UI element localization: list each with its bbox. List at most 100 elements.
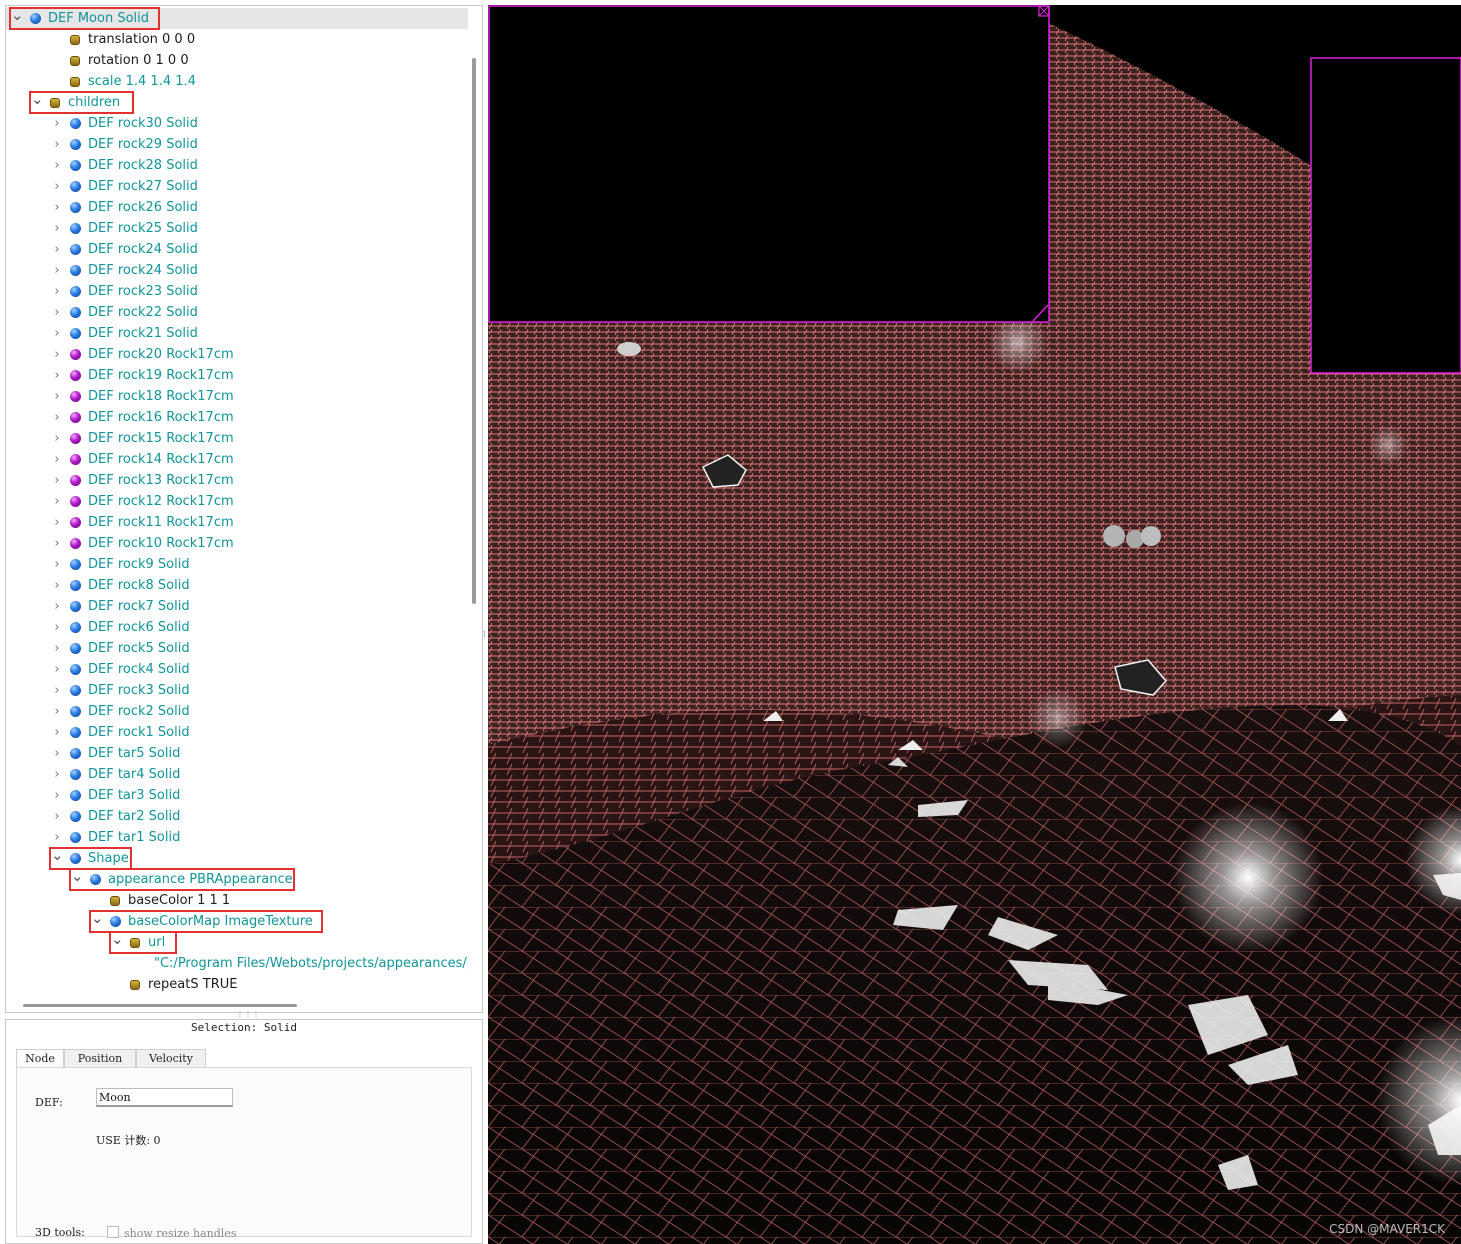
tree-item[interactable]: › DEF rock4 Solid — [6, 659, 468, 680]
scene-tree-vertical-scrollbar[interactable] — [468, 6, 482, 998]
chevron-right-icon[interactable]: › — [51, 449, 63, 470]
def-name-input[interactable] — [96, 1088, 233, 1107]
tree-item[interactable]: › DEF rock28 Solid — [6, 155, 468, 176]
chevron-right-icon[interactable]: › — [51, 596, 63, 617]
tree-item[interactable]: › DEF rock9 Solid — [6, 554, 468, 575]
show-resize-handles-checkbox[interactable] — [107, 1226, 119, 1238]
chevron-right-icon[interactable]: › — [51, 617, 63, 638]
chevron-right-icon[interactable]: › — [51, 827, 63, 848]
chevron-right-icon[interactable]: › — [51, 239, 63, 260]
chevron-right-icon[interactable]: › — [51, 260, 63, 281]
tree-item[interactable]: › DEF rock3 Solid — [6, 680, 468, 701]
tab-node[interactable]: Node — [16, 1049, 64, 1068]
tree-item[interactable]: ⌄ url — [6, 932, 468, 953]
chevron-right-icon[interactable]: › — [51, 155, 63, 176]
chevron-right-icon[interactable]: › — [51, 491, 63, 512]
field-icon — [130, 980, 140, 990]
tree-item-label: DEF rock22 Solid — [88, 305, 198, 320]
tree-item[interactable]: › DEF rock15 Rock17cm — [6, 428, 468, 449]
tree-item[interactable]: › DEF rock14 Rock17cm — [6, 449, 468, 470]
tree-item[interactable]: › DEF rock24 Solid — [6, 260, 468, 281]
tree-item[interactable]: › DEF tar5 Solid — [6, 743, 468, 764]
chevron-right-icon[interactable]: › — [51, 806, 63, 827]
chevron-right-icon[interactable]: › — [51, 785, 63, 806]
tree-item[interactable]: › DEF rock23 Solid — [6, 281, 468, 302]
tab-position[interactable]: Position — [64, 1049, 136, 1068]
tree-item[interactable]: "C:/Program Files/Webots/projects/appear… — [6, 953, 468, 974]
chevron-right-icon[interactable]: › — [51, 743, 63, 764]
tree-item[interactable]: › DEF rock27 Solid — [6, 176, 468, 197]
tree-item[interactable]: › DEF rock11 Rock17cm — [6, 512, 468, 533]
tree-item[interactable]: › DEF rock30 Solid — [6, 113, 468, 134]
chevron-right-icon[interactable]: › — [51, 680, 63, 701]
chevron-right-icon[interactable]: › — [51, 722, 63, 743]
tree-item[interactable]: › DEF rock19 Rock17cm — [6, 365, 468, 386]
chevron-right-icon[interactable]: › — [51, 281, 63, 302]
node-icon — [70, 328, 81, 339]
tab-velocity[interactable]: Velocity — [136, 1049, 206, 1068]
tree-item[interactable]: repeatS TRUE — [6, 974, 468, 995]
tree-item[interactable]: › DEF rock10 Rock17cm — [6, 533, 468, 554]
chevron-right-icon[interactable]: › — [51, 764, 63, 785]
chevron-right-icon[interactable]: › — [51, 638, 63, 659]
tree-item[interactable]: › DEF rock18 Rock17cm — [6, 386, 468, 407]
chevron-right-icon[interactable]: › — [51, 113, 63, 134]
chevron-right-icon[interactable]: › — [51, 218, 63, 239]
tree-item[interactable]: › DEF rock26 Solid — [6, 197, 468, 218]
3d-view[interactable]: CSDN @MAVER1CK — [488, 5, 1461, 1244]
tree-item[interactable]: › DEF rock7 Solid — [6, 596, 468, 617]
tree-item[interactable]: › DEF rock13 Rock17cm — [6, 470, 468, 491]
tree-item[interactable]: › DEF rock16 Rock17cm — [6, 407, 468, 428]
chevron-right-icon[interactable]: › — [51, 344, 63, 365]
tree-item[interactable]: › DEF tar2 Solid — [6, 806, 468, 827]
scene-tree-list[interactable]: ⌄ DEF Moon Solid translation 0 0 0 rotation… — [6, 6, 468, 998]
annotation-highlight-box — [29, 91, 135, 114]
tree-item[interactable]: › DEF rock8 Solid — [6, 575, 468, 596]
chevron-right-icon[interactable]: › — [51, 512, 63, 533]
chevron-right-icon[interactable]: › — [51, 365, 63, 386]
tree-item-label: translation 0 0 0 — [88, 32, 196, 47]
tree-item[interactable]: scale 1.4 1.4 1.4 — [6, 71, 468, 92]
tree-item[interactable]: › DEF rock5 Solid — [6, 638, 468, 659]
chevron-right-icon[interactable]: › — [51, 197, 63, 218]
node-icon — [70, 181, 81, 192]
tree-item[interactable]: › DEF rock29 Solid — [6, 134, 468, 155]
tree-item[interactable]: › DEF rock6 Solid — [6, 617, 468, 638]
chevron-right-icon[interactable]: › — [51, 701, 63, 722]
proto-node-icon — [70, 391, 81, 402]
tree-item[interactable]: › DEF rock2 Solid — [6, 701, 468, 722]
scene-tree-panel[interactable]: ⌄ DEF Moon Solid translation 0 0 0 rotation… — [5, 5, 483, 1013]
chevron-right-icon[interactable]: › — [51, 554, 63, 575]
tree-item[interactable]: › DEF rock22 Solid — [6, 302, 468, 323]
chevron-right-icon[interactable]: › — [51, 659, 63, 680]
terrain-far-mesh — [488, 320, 1461, 760]
proto-node-icon — [70, 433, 81, 444]
vertical-scrollbar-thumb[interactable] — [472, 58, 476, 604]
chevron-right-icon[interactable]: › — [51, 323, 63, 344]
chevron-right-icon[interactable]: › — [51, 407, 63, 428]
horizontal-scrollbar-thumb[interactable] — [23, 1004, 297, 1007]
panel-splitter-horizontal[interactable]: ⋮⋮⋮ — [236, 1011, 260, 1019]
chevron-right-icon[interactable]: › — [51, 533, 63, 554]
tree-item-label: DEF rock15 Rock17cm — [88, 431, 234, 446]
tree-item[interactable]: translation 0 0 0 — [6, 29, 468, 50]
chevron-right-icon[interactable]: › — [51, 428, 63, 449]
chevron-right-icon[interactable]: › — [51, 302, 63, 323]
tree-item[interactable]: › DEF tar3 Solid — [6, 785, 468, 806]
tree-item[interactable]: baseColor 1 1 1 — [6, 890, 468, 911]
chevron-right-icon[interactable]: › — [51, 134, 63, 155]
tree-item[interactable]: › DEF rock24 Solid — [6, 239, 468, 260]
chevron-right-icon[interactable]: › — [51, 470, 63, 491]
tree-item[interactable]: › DEF rock25 Solid — [6, 218, 468, 239]
chevron-right-icon[interactable]: › — [51, 575, 63, 596]
tree-item[interactable]: › DEF tar1 Solid — [6, 827, 468, 848]
tree-item[interactable]: › DEF tar4 Solid — [6, 764, 468, 785]
chevron-right-icon[interactable]: › — [51, 386, 63, 407]
proto-node-icon — [70, 496, 81, 507]
chevron-right-icon[interactable]: › — [51, 176, 63, 197]
tree-item[interactable]: › DEF rock1 Solid — [6, 722, 468, 743]
tree-item[interactable]: rotation 0 1 0 0 — [6, 50, 468, 71]
tree-item[interactable]: › DEF rock21 Solid — [6, 323, 468, 344]
tree-item[interactable]: › DEF rock12 Rock17cm — [6, 491, 468, 512]
tree-item[interactable]: › DEF rock20 Rock17cm — [6, 344, 468, 365]
